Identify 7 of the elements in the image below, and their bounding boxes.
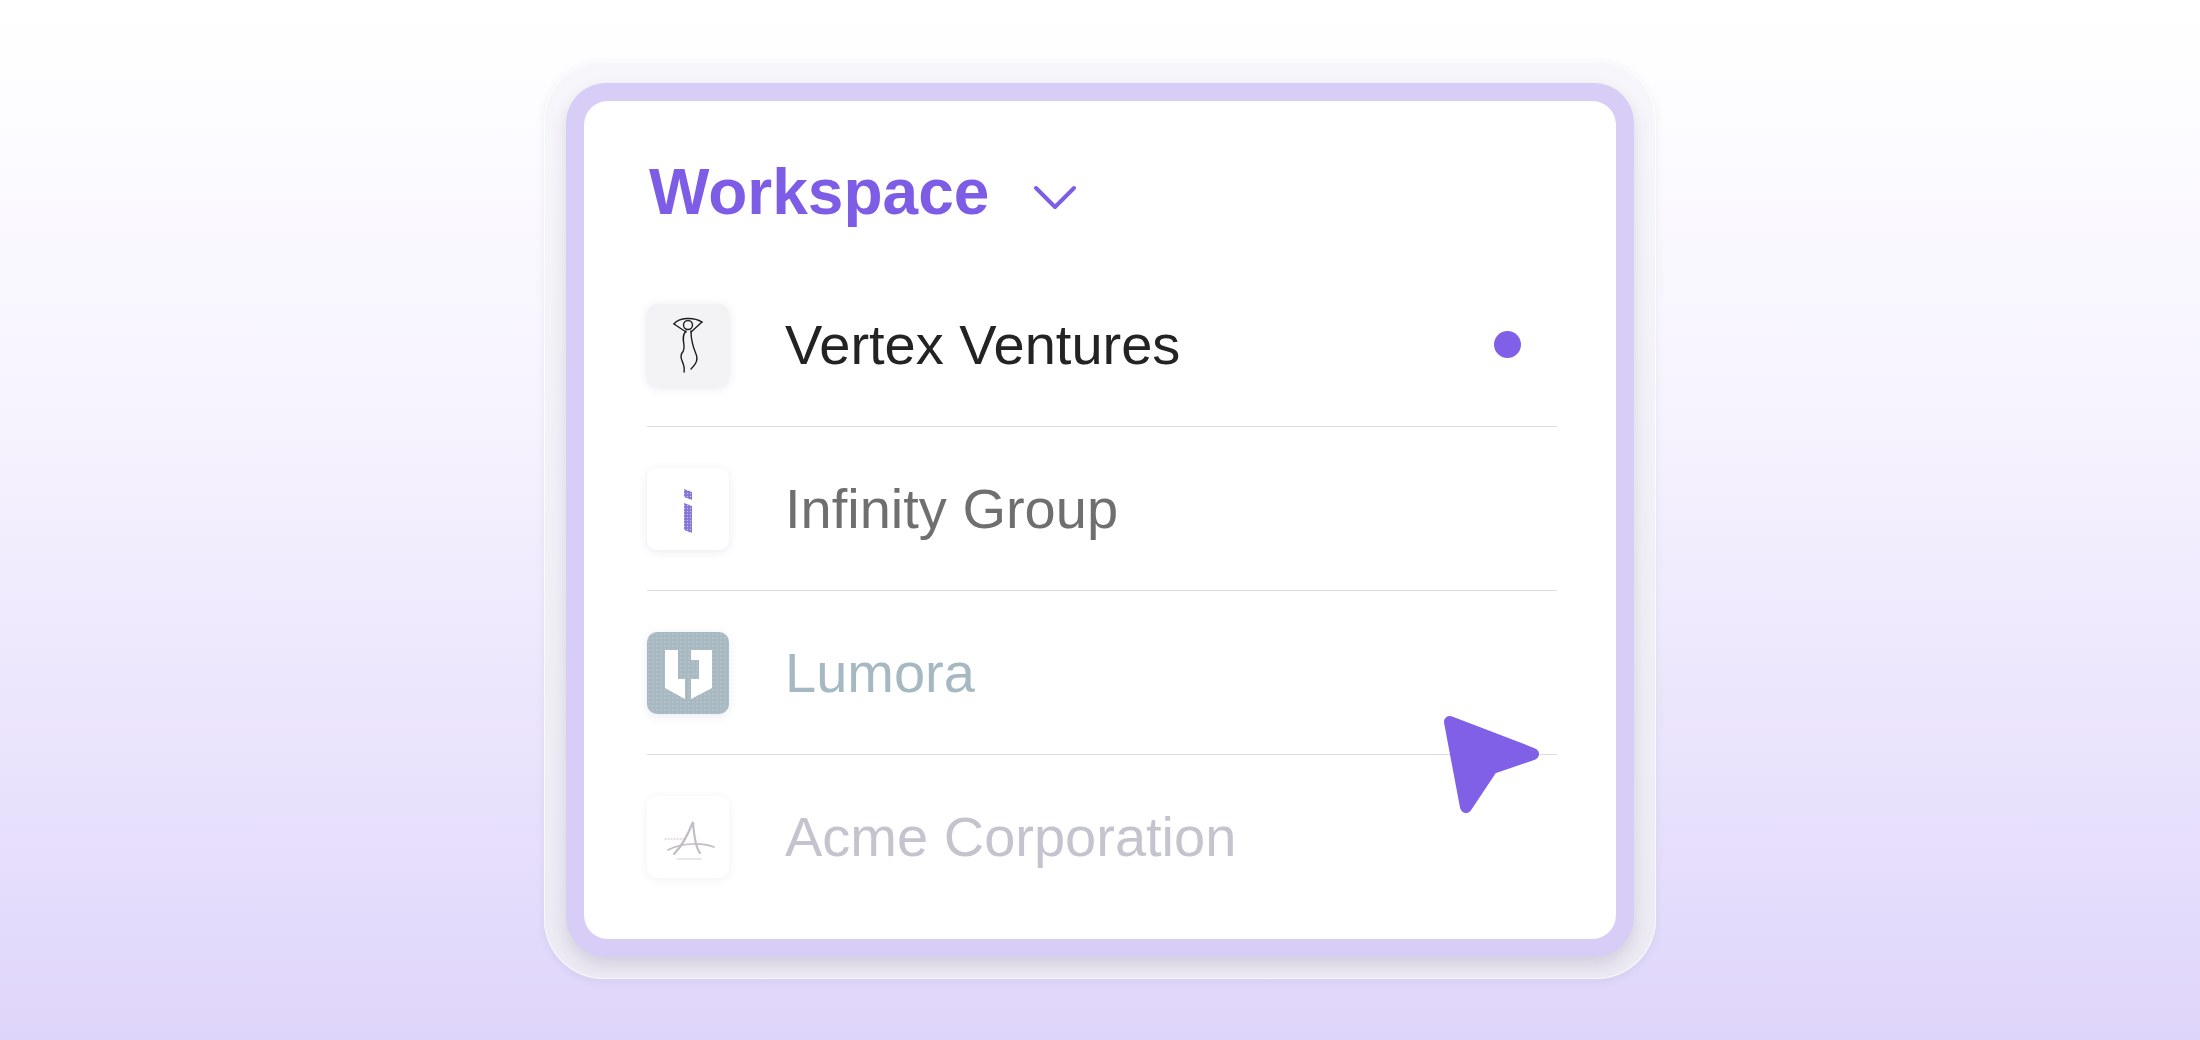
workspace-name[interactable]: Vertex Ventures	[785, 312, 1494, 377]
line-figure-logo-icon	[647, 303, 729, 386]
chevron-down-icon	[1033, 185, 1078, 211]
workspace-name[interactable]: Infinity Group	[785, 476, 1557, 541]
letter-i-logo-icon	[647, 467, 729, 550]
shield-logo-icon	[647, 631, 729, 714]
letter-a-logo-icon	[647, 795, 729, 878]
